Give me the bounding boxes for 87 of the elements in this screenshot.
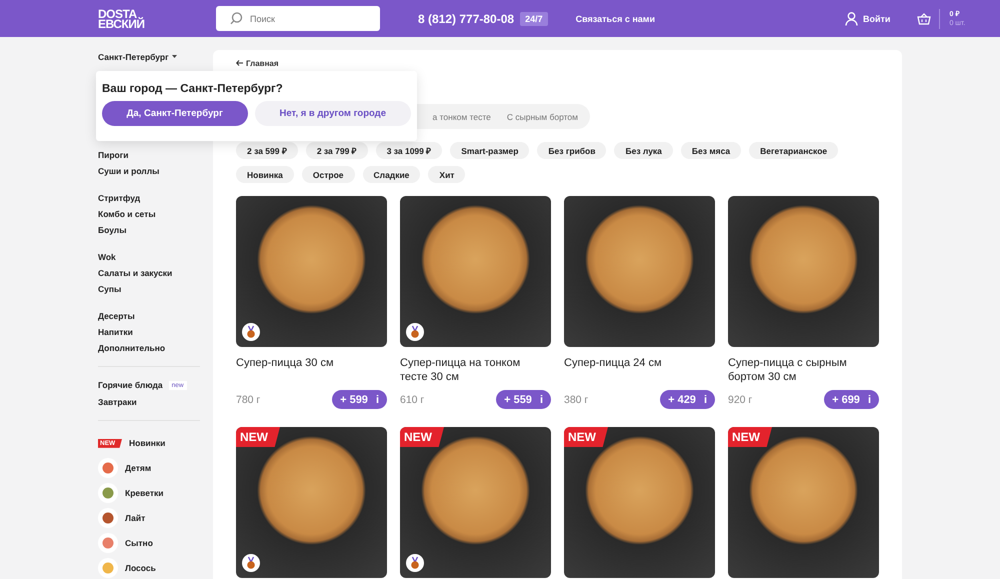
search-icon xyxy=(230,12,243,25)
new-label: NEW xyxy=(236,427,280,447)
category-link[interactable]: Wok xyxy=(98,248,200,265)
product-weight: 920 г xyxy=(728,394,752,406)
product-weight: 610 г xyxy=(400,394,424,406)
new-label: NEW xyxy=(564,427,608,447)
photo-placeholder[interactable]: NEW xyxy=(564,427,715,578)
photo-placeholder[interactable]: NEW xyxy=(236,427,387,578)
category-label: Креветки xyxy=(125,488,164,498)
category-tab[interactable]: С сырным бортом xyxy=(498,112,586,122)
category-link[interactable]: Завтраки xyxy=(98,394,200,410)
category-link[interactable]: Лайт xyxy=(98,506,200,531)
photo-placeholder[interactable]: NEW xyxy=(400,427,551,578)
phone-link[interactable]: 8 (812) 777-80-08 xyxy=(418,12,514,26)
filter-chip[interactable]: Без мяса xyxy=(680,142,742,159)
dish-icon xyxy=(98,483,118,504)
category-link[interactable]: Десерты xyxy=(98,307,200,324)
category-link[interactable]: Сытно xyxy=(98,530,200,556)
new-label: NEW xyxy=(728,427,772,447)
login-link[interactable]: Войти xyxy=(844,12,890,26)
product-weight: 780 г xyxy=(236,394,260,406)
product-name[interactable]: Супер-пицца 30 см xyxy=(236,356,387,384)
category-link[interactable]: Супы xyxy=(98,281,200,298)
breadcrumb-link[interactable]: Главная xyxy=(236,58,878,68)
category-link[interactable]: Дополнительно xyxy=(98,340,200,356)
medal-icon xyxy=(406,323,424,341)
photo-placeholder[interactable] xyxy=(400,196,551,347)
contact-link[interactable]: Связаться с нами xyxy=(576,14,655,24)
hours-badge: 24/7 xyxy=(520,12,548,26)
filter-chip[interactable]: Без лука xyxy=(614,142,673,159)
dish-icon xyxy=(98,458,118,478)
category-label: Лайт xyxy=(125,513,146,524)
product-name[interactable]: Супер-пицца 24 см xyxy=(564,356,715,384)
category-link[interactable]: Пироги xyxy=(98,147,200,164)
category-label: Детям xyxy=(125,463,152,474)
filter-chip[interactable]: Сладкие xyxy=(362,166,420,183)
add-to-cart-button[interactable]: + 429 i xyxy=(660,390,715,409)
medal-icon xyxy=(406,554,424,572)
dish-icon xyxy=(98,533,118,554)
photo-placeholder[interactable] xyxy=(564,196,715,347)
category-link[interactable]: Креветки xyxy=(98,480,200,506)
product-name[interactable]: Супер-пицца с сырным бортом 30 см xyxy=(728,356,879,384)
logo-link[interactable]: DOSTA ЕВСКИЙ xyxy=(98,8,158,28)
photo-placeholder[interactable] xyxy=(236,196,387,347)
product-name[interactable]: Супер-пицца на тонком тесте 30 см xyxy=(400,356,551,384)
category-link[interactable]: Напитки xyxy=(98,324,200,340)
filter-chip[interactable]: Smart-размер xyxy=(450,142,530,159)
confirm-button[interactable]: Да, Санкт-Петербург xyxy=(102,101,248,126)
category-link[interactable]: Комбо и сеты xyxy=(98,206,200,222)
photo-placeholder[interactable]: NEW xyxy=(728,427,879,578)
filter-chip[interactable]: Хит xyxy=(428,166,466,183)
add-to-cart-button[interactable]: + 599 i xyxy=(332,390,387,409)
filter-chip[interactable]: 2 за 599 ₽ xyxy=(236,142,298,159)
category-tab[interactable]: а тонком тесте xyxy=(424,112,499,122)
medal-icon xyxy=(242,554,260,572)
dish-icon xyxy=(98,508,118,528)
add-to-cart-button[interactable]: + 699 i xyxy=(824,390,879,409)
filter-chip[interactable]: 3 за 1099 ₽ xyxy=(376,142,442,159)
product-weight: 380 г xyxy=(564,394,588,406)
category-link[interactable]: Стритфуд xyxy=(98,190,200,206)
basket-icon[interactable] xyxy=(917,12,932,24)
category-link[interactable]: Детям xyxy=(98,456,200,481)
category-link[interactable]: Салаты и закуски xyxy=(98,264,200,282)
change-city-button[interactable]: Нет, я в другом городе xyxy=(254,101,411,126)
caret-icon xyxy=(172,55,177,58)
filter-chip[interactable]: Новинка xyxy=(236,166,294,183)
arrow-left-icon xyxy=(236,60,243,66)
dish-icon xyxy=(98,558,118,578)
new-label: NEW xyxy=(400,427,444,447)
add-to-cart-button[interactable]: + 559 i xyxy=(496,390,551,409)
category-link[interactable]: Суши и роллы xyxy=(98,163,200,180)
category-label: Лосось xyxy=(125,563,156,574)
user-icon xyxy=(844,12,858,26)
medal-icon xyxy=(242,323,260,341)
photo-placeholder[interactable] xyxy=(728,196,879,347)
city-selector[interactable]: Санкт-Петербург xyxy=(98,51,200,62)
filter-chip[interactable]: Без грибов xyxy=(537,142,606,159)
search-field[interactable]: Поиск xyxy=(216,6,380,31)
filter-chip[interactable]: Острое xyxy=(302,166,355,183)
category-link[interactable]: Лосось xyxy=(98,556,200,579)
filter-chip[interactable]: 2 за 799 ₽ xyxy=(306,142,368,159)
category-label: Сытно xyxy=(125,538,153,548)
filter-chip[interactable]: Вегетарианское xyxy=(749,142,838,159)
category-label: Новинки xyxy=(129,438,166,448)
category-label: Горячие блюда xyxy=(98,380,163,390)
popup-title: Ваш город — Санкт-Петербург? xyxy=(102,83,284,95)
category-link[interactable]: Боулы xyxy=(98,222,200,238)
